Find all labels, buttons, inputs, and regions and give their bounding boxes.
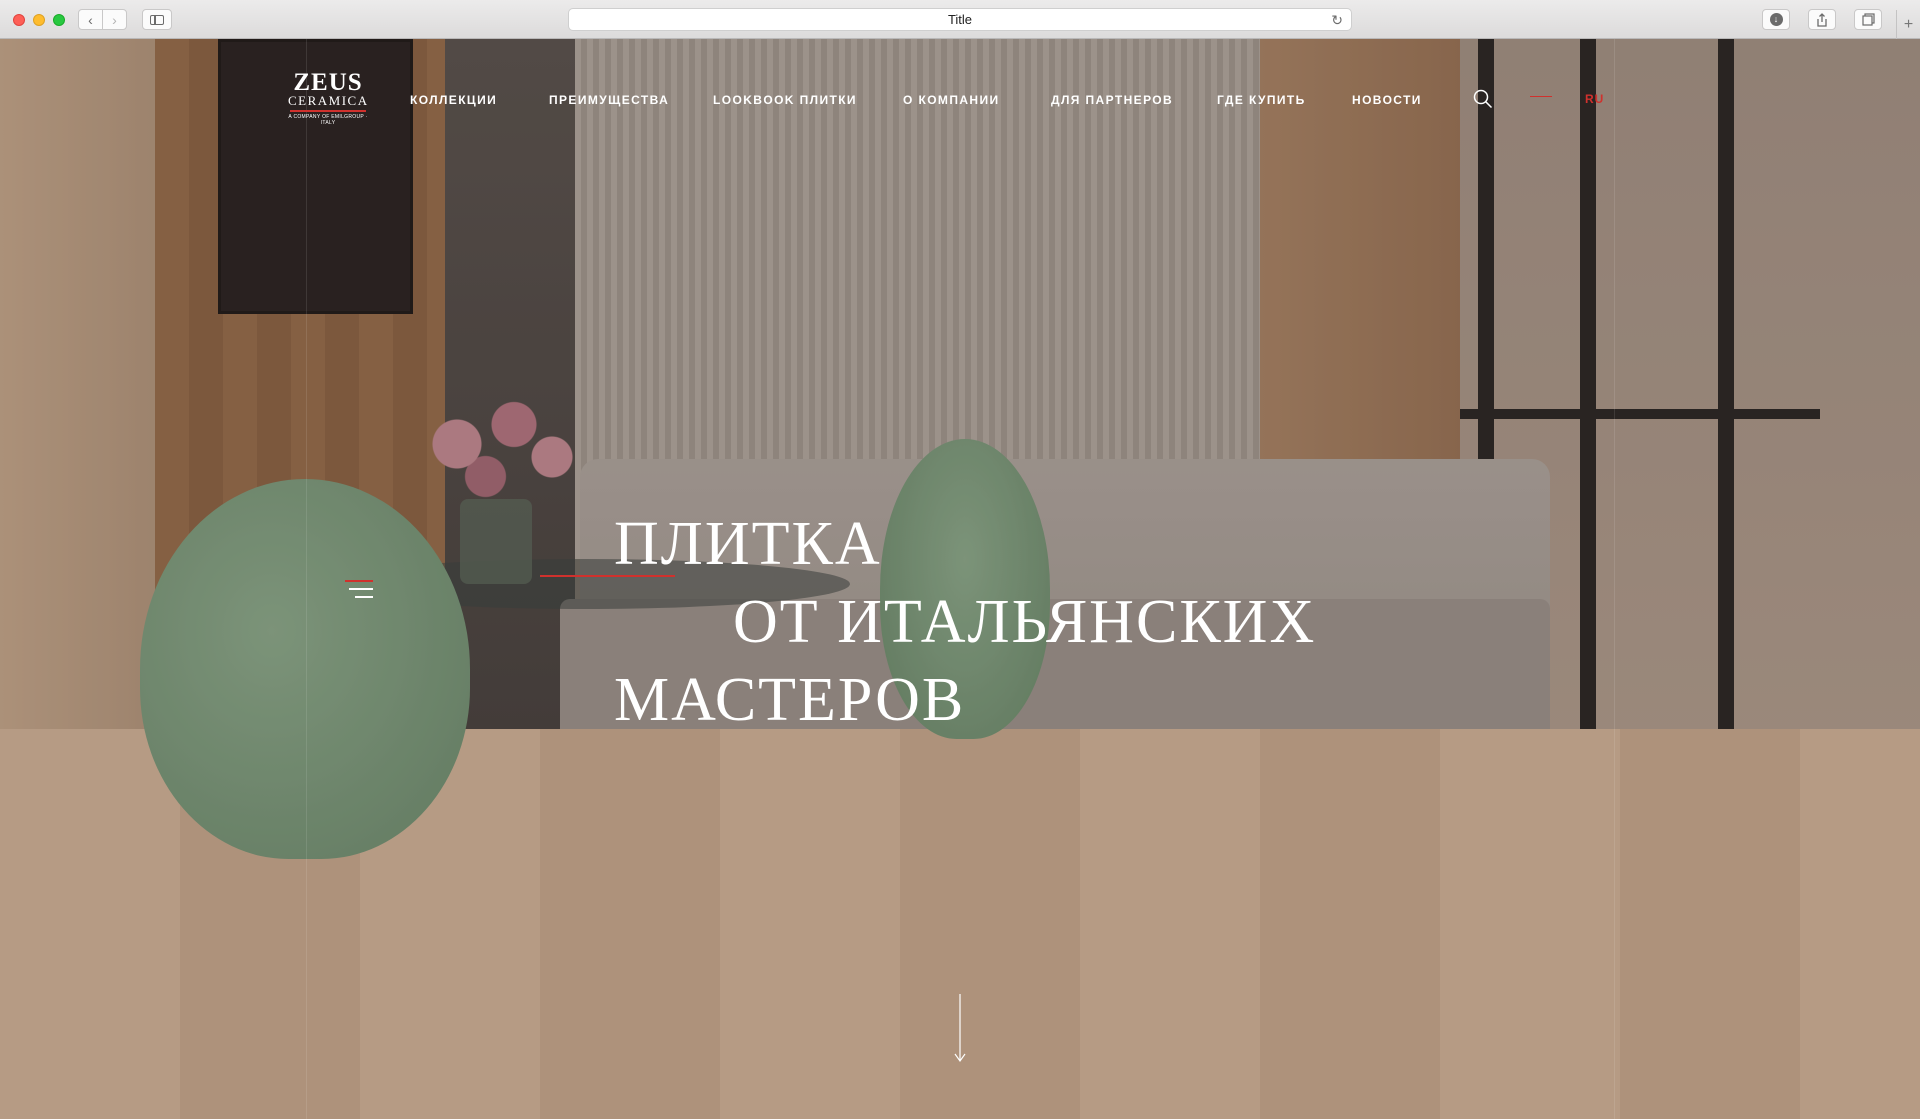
nav-item-news[interactable]: НОВОСТИ (1352, 93, 1422, 107)
hero-grid-lines (0, 39, 1920, 1119)
nav-item-lookbook[interactable]: LOOKBOOK ПЛИТКИ (713, 93, 857, 107)
window-maximize-button[interactable] (53, 14, 65, 26)
new-tab-button[interactable]: + (1896, 10, 1920, 39)
logo-main: ZEUS (293, 69, 363, 96)
nav-item-advantages[interactable]: ПРЕИМУЩЕСТВА (549, 93, 669, 107)
hero-title-line-1: ПЛИТКА (614, 509, 882, 578)
nav-item-collections[interactable]: КОЛЛЕКЦИИ (410, 93, 497, 107)
forward-button[interactable]: › (102, 9, 127, 30)
chevron-right-icon: › (112, 11, 117, 28)
download-icon: ↓ (1769, 13, 1783, 26)
hero-title-line-2: ОТ ИТАЛЬЯНСКИХ (733, 587, 1317, 656)
language-divider (1530, 96, 1552, 97)
plus-icon: + (1903, 15, 1914, 33)
reload-icon[interactable]: ↻ (1331, 12, 1343, 29)
back-button[interactable]: ‹ (78, 9, 103, 30)
logo-sub: CERAMICA (288, 93, 369, 108)
nav-item-about[interactable]: О КОМПАНИИ (903, 93, 1000, 107)
page-title: Title (947, 12, 973, 27)
webpage: ZEUS CERAMICA A COMPANY OF EMILGROUP · I… (0, 39, 1920, 1119)
logo-divider (290, 110, 366, 112)
menu-icon[interactable] (345, 580, 373, 600)
downloads-button[interactable]: ↓ (1762, 9, 1790, 30)
sidebar-icon (150, 14, 164, 25)
address-bar[interactable]: Title ↻ (568, 8, 1352, 31)
sidebar-toggle-button[interactable] (142, 9, 172, 30)
search-icon[interactable] (1473, 89, 1493, 109)
browser-toolbar: ‹ › Title ↻ ↓ + (0, 0, 1920, 39)
language-switcher[interactable]: RU (1585, 92, 1604, 106)
share-button[interactable] (1808, 9, 1836, 30)
window-close-button[interactable] (13, 14, 25, 26)
tabs-overview-button[interactable] (1854, 9, 1882, 30)
share-icon (1817, 12, 1827, 27)
nav-item-where-to-buy[interactable]: ГДЕ КУПИТЬ (1217, 93, 1306, 107)
nav-item-partners[interactable]: ДЛЯ ПАРТНЕРОВ (1051, 93, 1173, 107)
window-minimize-button[interactable] (33, 14, 45, 26)
logo[interactable]: ZEUS CERAMICA A COMPANY OF EMILGROUP · I… (288, 69, 369, 126)
arrow-down-icon[interactable] (950, 994, 970, 1064)
chevron-left-icon: ‹ (88, 11, 93, 28)
logo-tagline: A COMPANY OF EMILGROUP · ITALY (288, 114, 368, 126)
tabs-overview-icon (1861, 13, 1875, 26)
hero-title-line-3: МАСТЕРОВ (614, 665, 966, 734)
